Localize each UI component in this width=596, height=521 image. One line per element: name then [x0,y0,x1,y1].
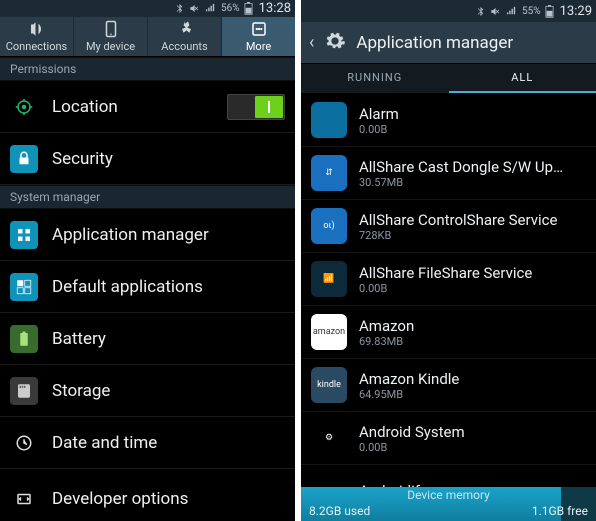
more-icon [248,20,270,38]
security-icon [10,145,38,173]
apps-icon [10,221,38,249]
battery-percent: 56% [221,3,240,14]
app-icon: 📶 [311,261,347,297]
subtab-all[interactable]: ALL [449,64,596,93]
app-name: Amazon [359,317,414,335]
app-row[interactable]: Alarm0.00B [301,94,596,147]
clock: 13:29 [560,4,592,19]
status-bar: 56% 13:28 [0,0,295,17]
storage-bar: Device memory 8.2GB used 1.1GB free [301,487,596,521]
bluetooth-icon [174,3,185,14]
location-toggle[interactable] [227,94,285,120]
app-header: ‹ Application manager [301,22,596,64]
default-apps-icon [10,273,38,301]
app-manager-screen: 55% 13:29 ‹ Application manager RUNNING … [301,0,596,521]
clock-icon [10,429,38,457]
app-row[interactable]: οι) AllShare ControlShare Service728KB [301,200,596,253]
gear-icon[interactable] [324,30,346,56]
app-icon: ⚙ [311,420,347,456]
storage-used: 8.2GB used [309,504,370,518]
page-title: Application manager [356,33,513,53]
row-label: Storage [52,381,285,401]
location-icon [10,93,38,121]
battery-percent: 55% [522,6,541,17]
row-label: Default applications [52,277,285,297]
storage-free: 1.1GB free [532,504,588,518]
app-size: 0.00B [359,441,465,454]
tab-more[interactable]: More [222,17,295,56]
app-name: AllShare ControlShare Service [359,211,557,229]
tab-label: Connections [6,40,67,53]
row-location[interactable]: Location [0,81,295,133]
battery-icon [545,5,554,18]
row-label: Developer options [52,489,285,509]
mute-icon [189,3,200,14]
subtab-running[interactable]: RUNNING [301,64,449,93]
clock: 13:28 [259,1,291,16]
app-row[interactable]: kindle Amazon Kindle64.95MB [301,359,596,412]
app-size: 728KB [359,229,557,242]
row-developer-options[interactable]: Developer options [0,469,295,521]
app-size: 64.95MB [359,388,459,401]
app-row[interactable]: amazon Amazon69.83MB [301,306,596,359]
battery-icon [244,2,253,15]
storage-label: Device memory [301,488,596,502]
app-name: AllShare FileShare Service [359,264,532,282]
app-icon: kindle [311,367,347,403]
developer-icon [10,485,38,513]
filter-tabs: RUNNING ALL [301,64,596,94]
accounts-icon [174,20,196,38]
row-security[interactable]: Security [0,133,295,185]
app-name: AllShare Cast Dongle S/W Upd.. [359,158,569,176]
device-icon [100,20,122,38]
section-system-manager: System manager [0,185,295,209]
app-row[interactable]: 📶 AllShare FileShare Service0.00B [301,253,596,306]
app-size: 30.57MB [359,176,569,189]
app-name: Amazon Kindle [359,370,459,388]
tab-connections[interactable]: Connections [0,17,74,56]
row-label: Date and time [52,433,285,453]
tab-label: Accounts [161,40,207,53]
app-icon: οι) [311,208,347,244]
row-date-and-time[interactable]: Date and time [0,417,295,469]
app-size: 69.83MB [359,335,414,348]
app-row[interactable]: ⚙ Android System0.00B [301,412,596,465]
app-size: 0.00B [359,282,532,295]
connections-icon [26,20,48,38]
battery-icon [10,325,38,353]
tab-accounts[interactable]: Accounts [148,17,222,56]
signal-icon [505,6,518,17]
tab-label: More [246,40,271,53]
app-size: 0.00B [359,123,399,136]
row-label: Security [52,149,285,169]
storage-icon [10,377,38,405]
settings-screen: 56% 13:28 Connections My device Accounts… [0,0,295,521]
row-label: Application manager [52,225,285,245]
app-icon: amazon [311,314,347,350]
mute-icon [490,6,501,17]
row-default-applications[interactable]: Default applications [0,261,295,313]
back-icon[interactable]: ‹ [309,32,314,53]
app-name: Alarm [359,105,399,123]
row-label: Battery [52,329,285,349]
tab-my-device[interactable]: My device [74,17,148,56]
status-bar: 55% 13:29 [301,0,596,22]
signal-icon [204,3,217,14]
app-icon: ⇵ [311,155,347,191]
bluetooth-icon [475,6,486,17]
app-name: Android System [359,423,465,441]
row-application-manager[interactable]: Application manager [0,209,295,261]
app-row[interactable]: ⇵ AllShare Cast Dongle S/W Upd..30.57MB [301,147,596,200]
settings-tabs: Connections My device Accounts More [0,17,295,57]
row-battery[interactable]: Battery [0,313,295,365]
app-list[interactable]: Alarm0.00B⇵AllShare Cast Dongle S/W Upd.… [301,94,596,521]
row-label: Location [52,97,213,117]
app-icon [311,102,347,138]
row-storage[interactable]: Storage [0,365,295,417]
tab-label: My device [86,40,135,53]
section-permissions: Permissions [0,57,295,81]
